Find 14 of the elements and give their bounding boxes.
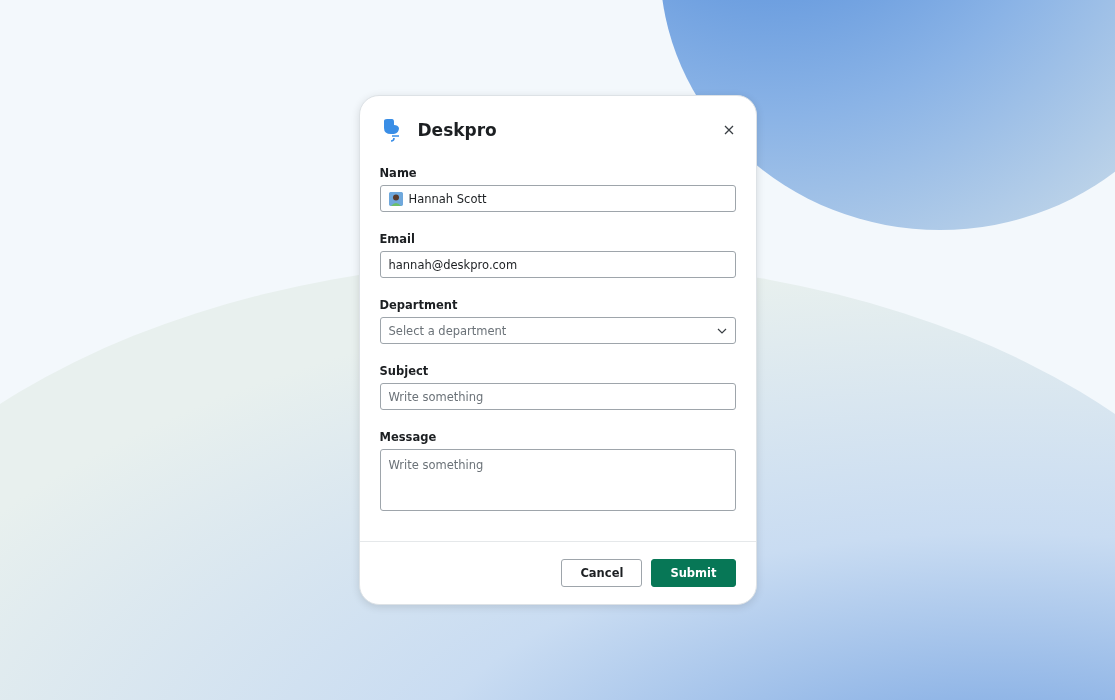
field-label: Name xyxy=(379,166,418,180)
cancel-button[interactable]: Cancel xyxy=(561,559,643,587)
field-label: Subject xyxy=(379,364,430,378)
field-label: Message xyxy=(379,430,438,444)
dialog-title: Deskpro xyxy=(417,120,498,140)
chevron-down-icon xyxy=(716,327,727,334)
message-field[interactable]: Write something xyxy=(379,449,736,511)
input-field[interactable]: hannah@deskpro.com xyxy=(379,251,736,278)
submit-button[interactable]: Submit xyxy=(651,559,736,587)
field-label: Department xyxy=(379,298,459,312)
field-label: Email xyxy=(379,232,416,246)
input-field[interactable]: Write something xyxy=(379,383,736,410)
department-select[interactable]: Select a department xyxy=(379,317,736,344)
input-field[interactable]: Hannah Scott xyxy=(379,185,736,212)
